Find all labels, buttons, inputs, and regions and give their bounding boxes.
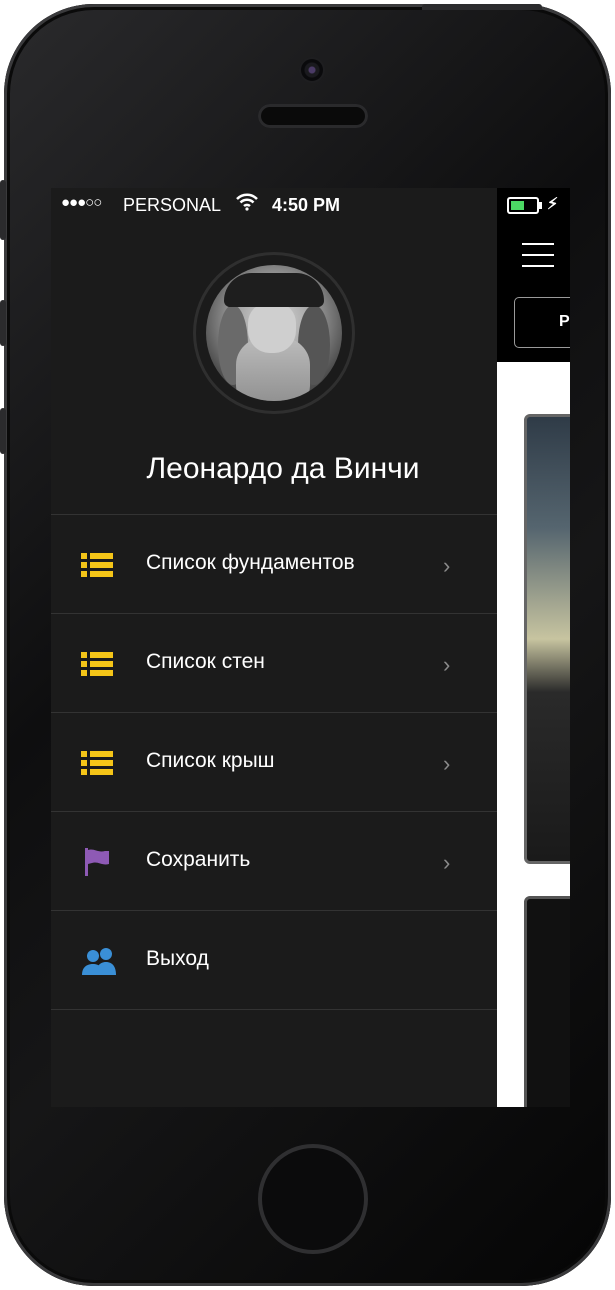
- profile-name: Леонардо да Винчи: [146, 452, 420, 485]
- battery-icon: [507, 197, 542, 214]
- menu-item-label: Список стен: [146, 650, 265, 673]
- wifi-icon: [236, 193, 258, 211]
- list-icon: [81, 751, 113, 775]
- menu-item-foundations[interactable]: Список фундаментов ›: [51, 514, 497, 613]
- chevron-right-icon: ›: [443, 751, 451, 776]
- menu-item-label: Список фундаментов: [146, 551, 355, 574]
- hamburger-menu-icon[interactable]: [522, 243, 554, 276]
- screen: P Леонардо да Винчи Список фундаментов ›…: [51, 188, 570, 1107]
- mute-switch: [0, 180, 6, 240]
- chevron-right-icon: ›: [443, 850, 451, 875]
- segment-button-label: P: [559, 313, 570, 330]
- users-icon: [82, 948, 116, 975]
- list-icon: [81, 553, 113, 577]
- menu-item-roofs[interactable]: Список крыш ›: [51, 712, 497, 811]
- menu-item-label: Выход: [146, 947, 209, 970]
- home-button[interactable]: [258, 1144, 368, 1254]
- carrier-name: PERSONAL: [123, 195, 222, 215]
- signal-strength: ●●●○○: [61, 194, 102, 211]
- chevron-right-icon: ›: [443, 553, 451, 578]
- menu-item-label: Список крыш: [146, 749, 275, 772]
- front-camera: [301, 59, 323, 81]
- status-bar: ●●●○○ PERSONAL 4:50 PM ⚡︎: [51, 188, 570, 222]
- chevron-right-icon: ›: [443, 652, 451, 677]
- status-time: 4:50 PM: [272, 195, 341, 215]
- menu-item-save[interactable]: Сохранить ›: [51, 811, 497, 910]
- main-content-peek[interactable]: P: [497, 188, 570, 1107]
- image-card[interactable]: [524, 896, 570, 1107]
- avatar[interactable]: [206, 265, 342, 401]
- volume-down-button: [0, 408, 6, 454]
- image-card[interactable]: [524, 414, 570, 864]
- volume-up-button: [0, 300, 6, 346]
- power-button: [422, 4, 542, 10]
- side-drawer: Леонардо да Винчи Список фундаментов › С…: [51, 188, 497, 1107]
- charging-bolt-icon: ⚡︎: [547, 196, 559, 213]
- drawer-menu: Список фундаментов › Список стен › Списо…: [51, 514, 497, 1010]
- menu-item-label: Сохранить: [146, 848, 251, 871]
- avatar-ring: [193, 252, 355, 414]
- segment-button[interactable]: P: [514, 297, 570, 348]
- earpiece-speaker: [258, 104, 368, 128]
- list-icon: [81, 652, 113, 676]
- menu-item-walls[interactable]: Список стен ›: [51, 613, 497, 712]
- flag-icon: [85, 848, 109, 876]
- menu-item-logout[interactable]: Выход: [51, 910, 497, 1010]
